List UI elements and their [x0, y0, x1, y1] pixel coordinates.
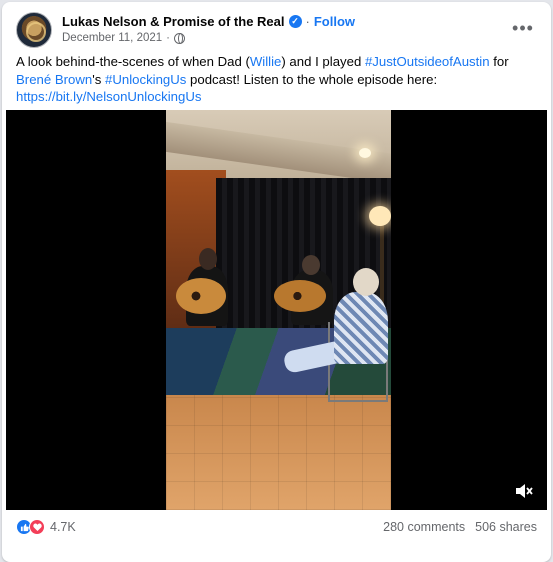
post-card: Lukas Nelson & Promise of the Real ✓ · F…	[2, 2, 551, 562]
love-reaction-icon	[29, 519, 45, 535]
shares-count[interactable]: 506 shares	[475, 520, 537, 534]
reactions-count[interactable]: 4.7K	[50, 520, 76, 534]
listener-body	[334, 292, 388, 364]
episode-url-link[interactable]: https://bit.ly/NelsonUnlockingUs	[16, 89, 201, 104]
post-text-part: ) and I played	[281, 54, 365, 69]
post-text: A look behind-the-scenes of when Dad (Wi…	[16, 53, 536, 106]
author-row: Lukas Nelson & Promise of the Real ✓ · F…	[62, 14, 355, 29]
more-options-icon: •••	[512, 17, 534, 38]
post-text-part: A look behind-the-scenes of when Dad (	[16, 54, 250, 69]
engagement-stats: 280 comments 506 shares	[383, 520, 537, 534]
separator: ·	[305, 14, 310, 29]
mention-link-2[interactable]: Brené Brown	[16, 72, 92, 87]
guitarist-2-head	[302, 255, 320, 275]
follow-button[interactable]: Follow	[314, 14, 355, 29]
verified-badge-icon: ✓	[288, 15, 302, 28]
scene-lamp	[369, 206, 391, 226]
post-meta: December 11, 2021 ·	[62, 32, 185, 44]
guitar-2	[274, 280, 326, 312]
more-options-button[interactable]: •••	[511, 18, 535, 38]
video-frame[interactable]	[166, 110, 391, 510]
post-text-part: podcast! Listen to the whole episode her…	[186, 71, 438, 87]
author-name[interactable]: Lukas Nelson & Promise of the Real	[62, 14, 285, 29]
hashtag-link[interactable]: #JustOutsideofAustin	[365, 54, 490, 69]
video-player[interactable]	[6, 110, 547, 510]
post-stats: 4.7K 280 comments 506 shares	[16, 516, 537, 538]
guitar-1	[176, 278, 226, 314]
speaker-muted-icon[interactable]	[513, 480, 535, 502]
ceiling-light	[359, 148, 371, 158]
post-text-part: 's	[92, 71, 106, 87]
date-separator: ·	[166, 32, 170, 44]
globe-icon	[174, 32, 185, 44]
post-header: Lukas Nelson & Promise of the Real ✓ · F…	[16, 12, 541, 52]
scene-floor	[166, 395, 391, 510]
guitarist-1-head	[199, 248, 217, 270]
reactions-summary[interactable]: 4.7K	[16, 519, 76, 535]
post-date[interactable]: December 11, 2021	[62, 32, 162, 44]
hashtag-link-2[interactable]: #UnlockingUs	[105, 72, 186, 87]
mention-link[interactable]: Willie	[250, 54, 282, 69]
post-text-part: for	[489, 54, 509, 69]
listener-head	[353, 268, 379, 296]
comments-count[interactable]: 280 comments	[383, 520, 465, 534]
avatar[interactable]	[16, 12, 52, 48]
